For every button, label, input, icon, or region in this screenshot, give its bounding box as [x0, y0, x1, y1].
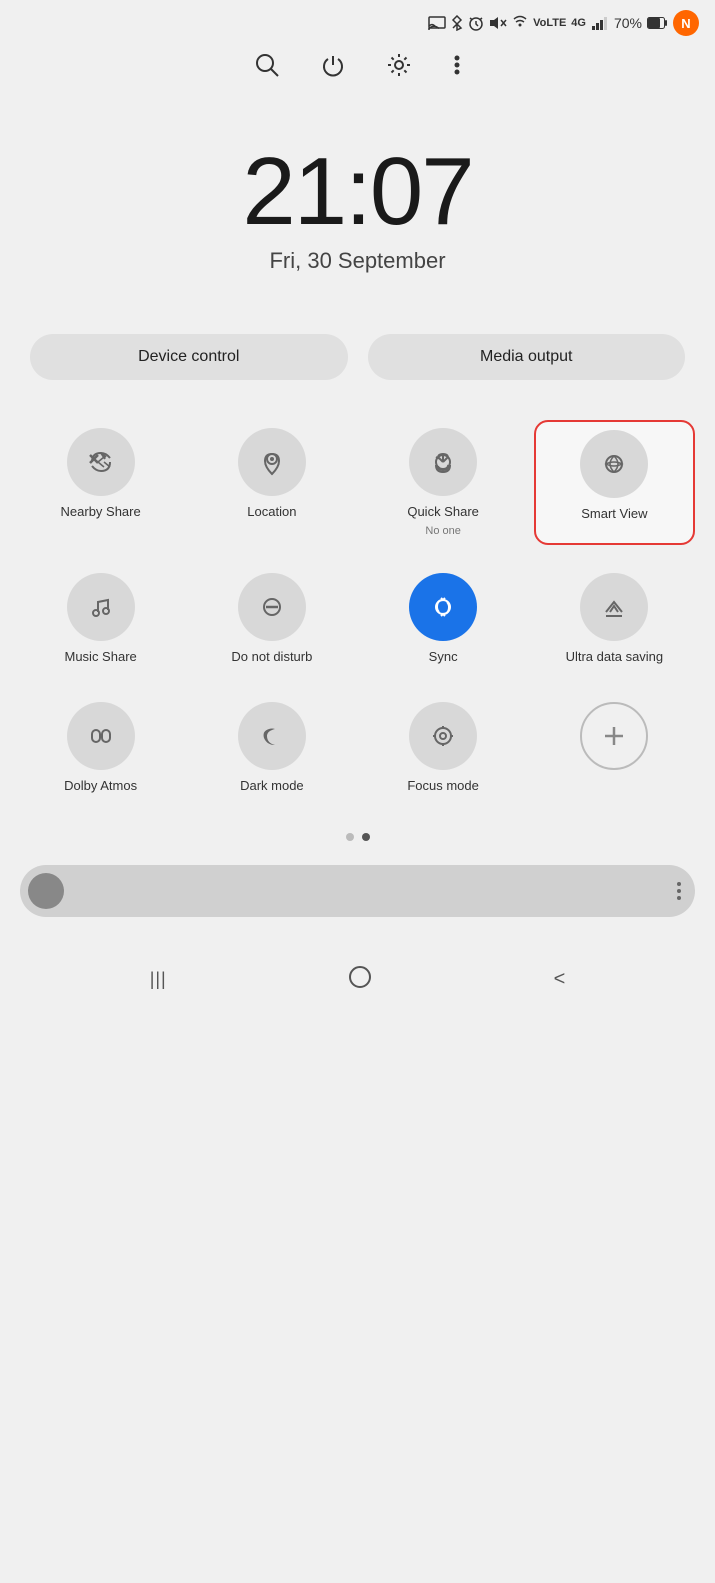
status-icons: VoLTE 4G 70%	[428, 15, 667, 31]
tile-add[interactable]	[534, 694, 695, 803]
tile-ultra-data[interactable]: Ultra data saving	[534, 565, 695, 674]
recent-apps-button[interactable]: |||	[150, 969, 167, 990]
sync-label: Sync	[429, 649, 458, 666]
dot-2	[362, 833, 370, 841]
volume-menu-button[interactable]	[677, 882, 681, 900]
action-bar	[0, 42, 715, 104]
tile-dnd[interactable]: Do not disturb	[191, 565, 352, 674]
dnd-label: Do not disturb	[231, 649, 312, 666]
location-label: Location	[247, 504, 296, 521]
tile-sync[interactable]: Sync	[363, 565, 524, 674]
focus-mode-icon	[409, 702, 477, 770]
nearby-share-label: Nearby Share	[61, 504, 141, 521]
quick-share-label: Quick Share	[407, 504, 479, 521]
dark-mode-icon	[238, 702, 306, 770]
menu-icon[interactable]	[452, 53, 462, 83]
page-dots	[0, 813, 715, 857]
tile-nearby-share[interactable]: Nearby Share	[20, 420, 181, 545]
device-control-button[interactable]: Device control	[30, 334, 348, 380]
tile-smart-view[interactable]: Smart View	[534, 420, 695, 545]
quick-actions: Device control Media output	[0, 334, 715, 410]
dot-1	[346, 833, 354, 841]
tile-music-share[interactable]: Music Share	[20, 565, 181, 674]
smart-view-icon	[580, 430, 648, 498]
music-share-icon	[67, 573, 135, 641]
home-button[interactable]	[346, 963, 374, 997]
clock-date: Fri, 30 September	[0, 248, 715, 274]
notification-badge[interactable]: N	[673, 10, 699, 36]
ultra-data-label: Ultra data saving	[566, 649, 664, 666]
battery-percentage: 70%	[614, 15, 642, 31]
status-bar: VoLTE 4G 70% N	[0, 0, 715, 42]
quick-share-sublabel: No one	[425, 525, 460, 537]
back-button[interactable]: <	[554, 968, 566, 991]
dnd-icon	[238, 573, 306, 641]
tiles-row-2: Music Share Do not disturb Sync	[0, 555, 715, 684]
music-share-label: Music Share	[65, 649, 137, 666]
tile-focus-mode[interactable]: Focus mode	[363, 694, 524, 803]
add-tile-icon	[580, 702, 648, 770]
volte-label: VoLTE	[533, 18, 566, 29]
nearby-share-icon	[67, 428, 135, 496]
mute-icon	[489, 16, 507, 30]
media-output-button[interactable]: Media output	[368, 334, 686, 380]
tiles-row-1: Nearby Share Location	[0, 410, 715, 555]
quick-share-icon	[409, 428, 477, 496]
smart-view-label: Smart View	[581, 506, 647, 523]
dolby-atmos-label: Dolby Atmos	[64, 778, 137, 795]
tile-quick-share[interactable]: Quick Share No one	[363, 420, 524, 545]
nav-bar: ||| <	[0, 947, 715, 1017]
dolby-icon	[67, 702, 135, 770]
tile-dark-mode[interactable]: Dark mode	[191, 694, 352, 803]
tiles-row-3: Dolby Atmos Dark mode Focus mode	[0, 684, 715, 813]
4g-label: 4G	[571, 17, 586, 29]
tile-dolby-atmos[interactable]: Dolby Atmos	[20, 694, 181, 803]
dark-mode-label: Dark mode	[240, 778, 304, 795]
cast-icon	[428, 16, 446, 30]
wifi-calling-icon	[512, 15, 528, 31]
power-icon[interactable]	[320, 52, 346, 84]
clock-time: 21:07	[0, 144, 715, 240]
location-icon-tile	[238, 428, 306, 496]
battery-icon	[647, 17, 667, 29]
bluetooth-icon	[451, 15, 463, 31]
volume-area	[0, 857, 715, 937]
search-icon[interactable]	[254, 52, 280, 84]
focus-mode-label: Focus mode	[407, 778, 479, 795]
clock-area: 21:07 Fri, 30 September	[0, 104, 715, 334]
sync-icon	[409, 573, 477, 641]
ultra-data-icon	[580, 573, 648, 641]
volume-bar[interactable]	[20, 865, 695, 917]
settings-icon[interactable]	[386, 52, 412, 84]
alarm-icon	[468, 15, 484, 31]
volume-knob[interactable]	[28, 873, 64, 909]
signal-icon	[591, 16, 609, 30]
tile-location[interactable]: Location	[191, 420, 352, 545]
